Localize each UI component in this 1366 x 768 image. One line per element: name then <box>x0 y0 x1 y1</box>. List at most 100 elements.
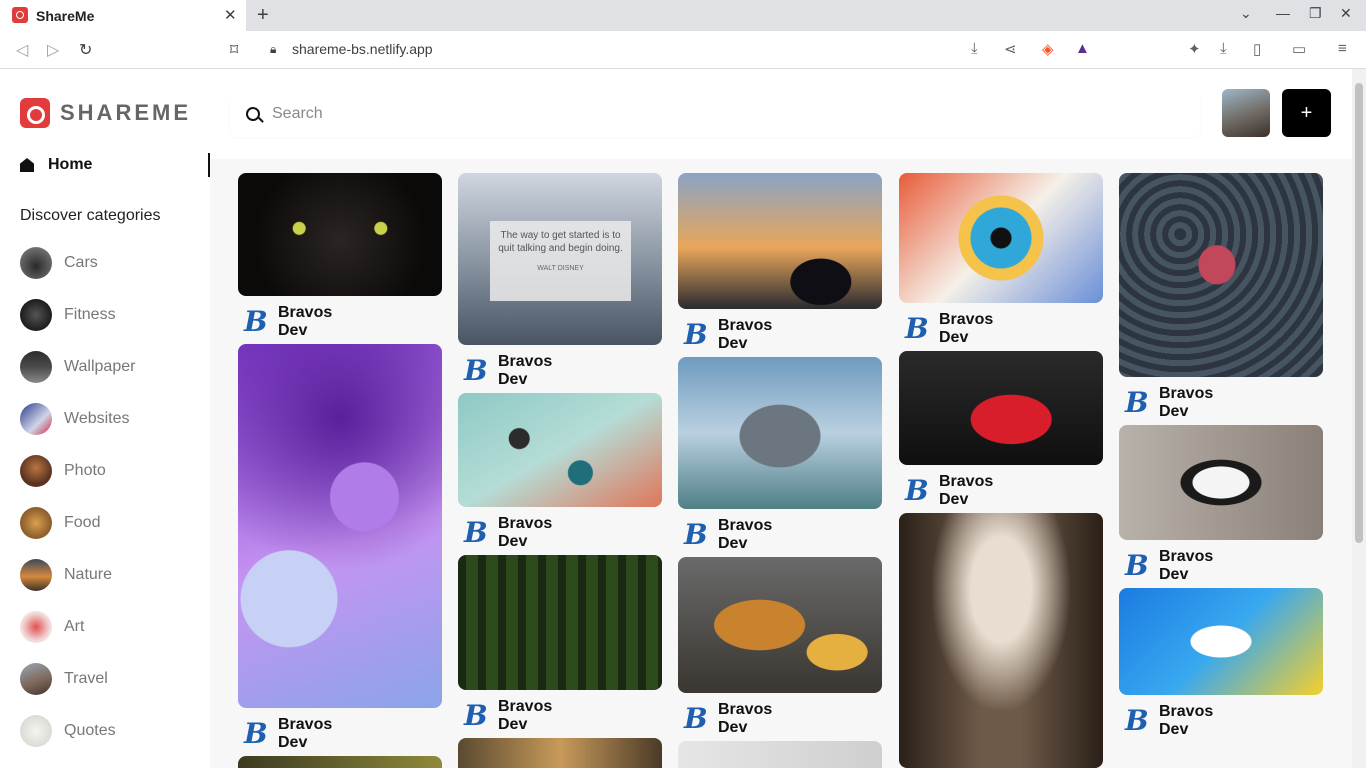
downloads-icon[interactable]: ⤓ <box>1220 40 1227 57</box>
pin-author[interactable]: B Bravos Dev <box>464 698 552 734</box>
back-icon[interactable]: ◁ <box>16 40 28 60</box>
pin-author[interactable]: B Bravos Dev <box>684 701 772 737</box>
sidebar-item-travel[interactable]: Travel <box>20 663 200 695</box>
pin-image-airport[interactable] <box>678 173 882 309</box>
pin-image-red-corvette[interactable] <box>899 351 1103 465</box>
new-tab-icon[interactable]: + <box>257 4 269 27</box>
discover-heading: Discover categories <box>20 207 161 224</box>
quotes-thumbnail <box>20 715 52 747</box>
scrollbar-thumb[interactable] <box>1355 83 1363 543</box>
pin-author[interactable]: B Bravos Dev <box>1125 385 1213 421</box>
reload-icon[interactable]: ↻ <box>79 40 92 60</box>
sidebar-item-fitness[interactable]: Fitness <box>20 299 200 331</box>
author-name: Bravos Dev <box>1159 548 1214 583</box>
quote-attribution: WALT DISNEY <box>537 265 584 272</box>
shareme-favicon-icon <box>12 7 28 23</box>
pin-image-burger[interactable] <box>678 557 882 693</box>
author-logo-icon: B <box>244 305 268 338</box>
pin-image-cat-couch[interactable] <box>1119 425 1323 540</box>
pin-image-dumbbells[interactable] <box>458 393 662 507</box>
category-label: Fitness <box>64 306 116 323</box>
category-label: Quotes <box>64 722 116 739</box>
sidebar-item-cars[interactable]: Cars <box>20 247 200 279</box>
close-tab-icon[interactable]: ✕ <box>224 6 237 24</box>
minimize-icon[interactable]: — <box>1276 5 1290 21</box>
search-bar[interactable] <box>230 91 1200 137</box>
sidebar-item-quotes[interactable]: Quotes <box>20 715 200 747</box>
sidebar-item-food[interactable]: Food <box>20 507 200 539</box>
brave-shield-icon[interactable]: ◈ <box>1042 40 1054 58</box>
pin-image-cat[interactable] <box>238 173 442 296</box>
author-logo-icon: B <box>684 518 708 551</box>
logo[interactable]: SHAREME <box>20 98 191 128</box>
page-scrollbar[interactable] <box>1352 69 1366 768</box>
pin-image-forest[interactable] <box>458 555 662 690</box>
pin-author[interactable]: B Bravos Dev <box>684 317 772 353</box>
author-name: Bravos Dev <box>498 353 553 388</box>
quote-card: The way to get started is to quit talkin… <box>490 221 631 301</box>
pin-image[interactable] <box>678 741 882 768</box>
nature-thumbnail <box>20 559 52 591</box>
cars-thumbnail <box>20 247 52 279</box>
home-label: Home <box>48 156 93 173</box>
browser-tab[interactable]: ShareMe ✕ <box>0 0 246 31</box>
pin-image-misty-forest-road[interactable] <box>899 513 1103 768</box>
author-name: Bravos Dev <box>278 304 333 339</box>
pin-image-purple-bubbles[interactable] <box>238 344 442 708</box>
author-logo-icon: B <box>464 699 488 732</box>
wallet-icon[interactable]: ▭ <box>1292 40 1306 58</box>
pin-image[interactable] <box>238 756 442 768</box>
url-text[interactable]: shareme-bs.netlify.app <box>292 41 433 57</box>
logo-text: SHAREME <box>60 100 192 125</box>
author-name: Bravos Dev <box>939 473 994 508</box>
pin-image-website-illustration[interactable] <box>1119 588 1323 695</box>
category-label: Photo <box>64 462 106 479</box>
restore-icon[interactable]: ❐ <box>1309 5 1322 22</box>
pin-image[interactable] <box>458 738 662 768</box>
pin-author[interactable]: B Bravos Dev <box>684 517 772 553</box>
pin-author[interactable]: B Bravos Dev <box>1125 703 1213 739</box>
photo-thumbnail <box>20 455 52 487</box>
brave-rewards-icon[interactable]: ▲ <box>1075 40 1090 57</box>
sidebar-item-art[interactable]: Art <box>20 611 200 643</box>
tab-list-chevron-icon[interactable]: ⌄ <box>1240 5 1252 22</box>
pin-author[interactable]: B Bravos Dev <box>905 311 993 347</box>
author-name: Bravos Dev <box>498 515 553 550</box>
sidebar: SHAREME Home Discover categories Cars Fi… <box>0 69 210 768</box>
quote-text: The way to get started is to quit talkin… <box>498 230 623 254</box>
forward-icon[interactable]: ▷ <box>47 40 59 60</box>
user-avatar[interactable] <box>1222 89 1270 137</box>
category-label: Food <box>64 514 101 531</box>
search-input[interactable] <box>272 105 1172 123</box>
pin-image-quote-icicles[interactable]: The way to get started is to quit talkin… <box>458 173 662 345</box>
pin-author[interactable]: B Bravos Dev <box>464 353 552 389</box>
pin-author[interactable]: B Bravos Dev <box>905 473 993 509</box>
tab-title: ShareMe <box>36 8 95 24</box>
sidebar-item-websites[interactable]: Websites <box>20 403 200 435</box>
author-logo-icon: B <box>905 312 929 345</box>
pin-author[interactable]: B Bravos Dev <box>1125 548 1213 584</box>
author-name: Bravos Dev <box>718 317 773 352</box>
pin-author[interactable]: B Bravos Dev <box>464 515 552 551</box>
pin-author[interactable]: B Bravos Dev <box>244 304 332 340</box>
author-name: Bravos Dev <box>1159 385 1214 420</box>
bookmark-icon[interactable]: ⌑ <box>230 40 238 60</box>
pin-author[interactable]: B Bravos Dev <box>244 716 332 752</box>
menu-icon[interactable]: ≡ <box>1338 40 1347 57</box>
sidebar-item-photo[interactable]: Photo <box>20 455 200 487</box>
pin-image-butterfly-leaves[interactable] <box>1119 173 1323 377</box>
sidebar-item-nature[interactable]: Nature <box>20 559 200 591</box>
sidebar-item-home[interactable]: Home <box>20 153 210 177</box>
category-label: Travel <box>64 670 108 687</box>
sidebar-toggle-icon[interactable]: ▯ <box>1253 40 1261 58</box>
pin-image-concept-car[interactable] <box>678 357 882 509</box>
pin-image-eye-art[interactable] <box>899 173 1103 303</box>
install-app-icon[interactable]: ⤓ <box>971 40 978 57</box>
share-icon[interactable]: ⋖ <box>1004 40 1017 58</box>
extensions-icon[interactable]: ✦ <box>1188 40 1201 58</box>
close-window-icon[interactable]: ✕ <box>1340 5 1352 22</box>
food-thumbnail <box>20 507 52 539</box>
create-pin-button[interactable]: + <box>1282 89 1331 137</box>
sidebar-item-wallpaper[interactable]: Wallpaper <box>20 351 200 383</box>
art-thumbnail <box>20 611 52 643</box>
